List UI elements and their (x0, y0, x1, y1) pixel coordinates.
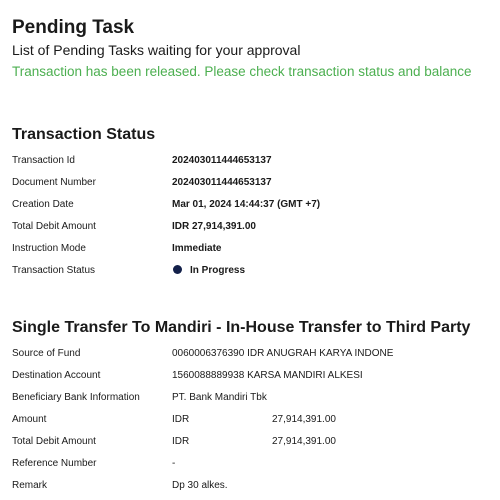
instruction-mode-value: Immediate (172, 243, 222, 254)
transaction-status-row: Transaction Status In Progress (12, 260, 492, 282)
amount-label: Amount (12, 414, 47, 425)
document-number-label: Document Number (12, 177, 96, 188)
reference-number-row: Reference Number - (12, 453, 492, 475)
page-subtitle: List of Pending Tasks waiting for your a… (12, 42, 301, 58)
transaction-id-label: Transaction Id (12, 155, 75, 166)
remark-value: Dp 30 alkes. (172, 480, 228, 491)
document-number-value: 202403011444653137 (172, 177, 272, 188)
status-text: In Progress (190, 265, 246, 276)
success-message: Transaction has been released. Please ch… (12, 64, 472, 79)
transfer-total-debit-currency: IDR (172, 436, 190, 447)
beneficiary-bank-label: Beneficiary Bank Information (12, 392, 140, 403)
destination-account-row: Destination Account 1560088889938 KARSA … (12, 365, 492, 387)
transaction-status-title: Transaction Status (12, 126, 156, 143)
source-of-fund-value: 0060006376390 IDR ANUGRAH KARYA INDONE (172, 348, 394, 359)
creation-date-label: Creation Date (12, 199, 74, 210)
creation-date-value: Mar 01, 2024 14:44:37 (GMT +7) (172, 199, 321, 210)
transaction-status-value: In Progress (172, 260, 245, 282)
total-debit-amount-value: IDR 27,914,391.00 (172, 221, 256, 232)
remark-row: Remark Dp 30 alkes. (12, 475, 492, 497)
beneficiary-bank-row: Beneficiary Bank Information PT. Bank Ma… (12, 387, 492, 409)
amount-currency: IDR (172, 414, 190, 425)
transfer-section-title: Single Transfer To Mandiri - In-House Tr… (12, 319, 471, 336)
transaction-status-label: Transaction Status (12, 265, 96, 276)
total-debit-amount-label: Total Debit Amount (12, 221, 96, 232)
pending-task-page: Pending Task List of Pending Tasks waiti… (0, 0, 500, 500)
remark-label: Remark (12, 480, 48, 491)
beneficiary-bank-value: PT. Bank Mandiri Tbk (172, 392, 267, 403)
instruction-mode-row: Instruction Mode Immediate (12, 238, 492, 260)
transaction-id-value: 202403011444653137 (172, 155, 272, 166)
creation-date-row: Creation Date Mar 01, 2024 14:44:37 (GMT… (12, 194, 492, 216)
transfer-total-debit-value: 27,914,391.00 (272, 436, 336, 447)
transaction-id-row: Transaction Id 202403011444653137 (12, 150, 492, 172)
transfer-total-debit-label: Total Debit Amount (12, 436, 96, 447)
status-dot-icon (173, 264, 182, 274)
source-of-fund-label: Source of Fund (12, 348, 81, 359)
amount-value: 27,914,391.00 (272, 414, 336, 425)
reference-number-label: Reference Number (12, 458, 97, 469)
reference-number-value: - (172, 458, 176, 469)
amount-row: Amount IDR 27,914,391.00 (12, 409, 492, 431)
page-title: Pending Task (12, 17, 135, 38)
total-debit-amount-row: Total Debit Amount IDR 27,914,391.00 (12, 216, 492, 238)
instruction-mode-label: Instruction Mode (12, 243, 86, 254)
document-number-row: Document Number 202403011444653137 (12, 172, 492, 194)
destination-account-value: 1560088889938 KARSA MANDIRI ALKESI (172, 370, 363, 381)
source-of-fund-row: Source of Fund 0060006376390 IDR ANUGRAH… (12, 343, 492, 365)
destination-account-label: Destination Account (12, 370, 101, 381)
transfer-total-debit-row: Total Debit Amount IDR 27,914,391.00 (12, 431, 492, 453)
